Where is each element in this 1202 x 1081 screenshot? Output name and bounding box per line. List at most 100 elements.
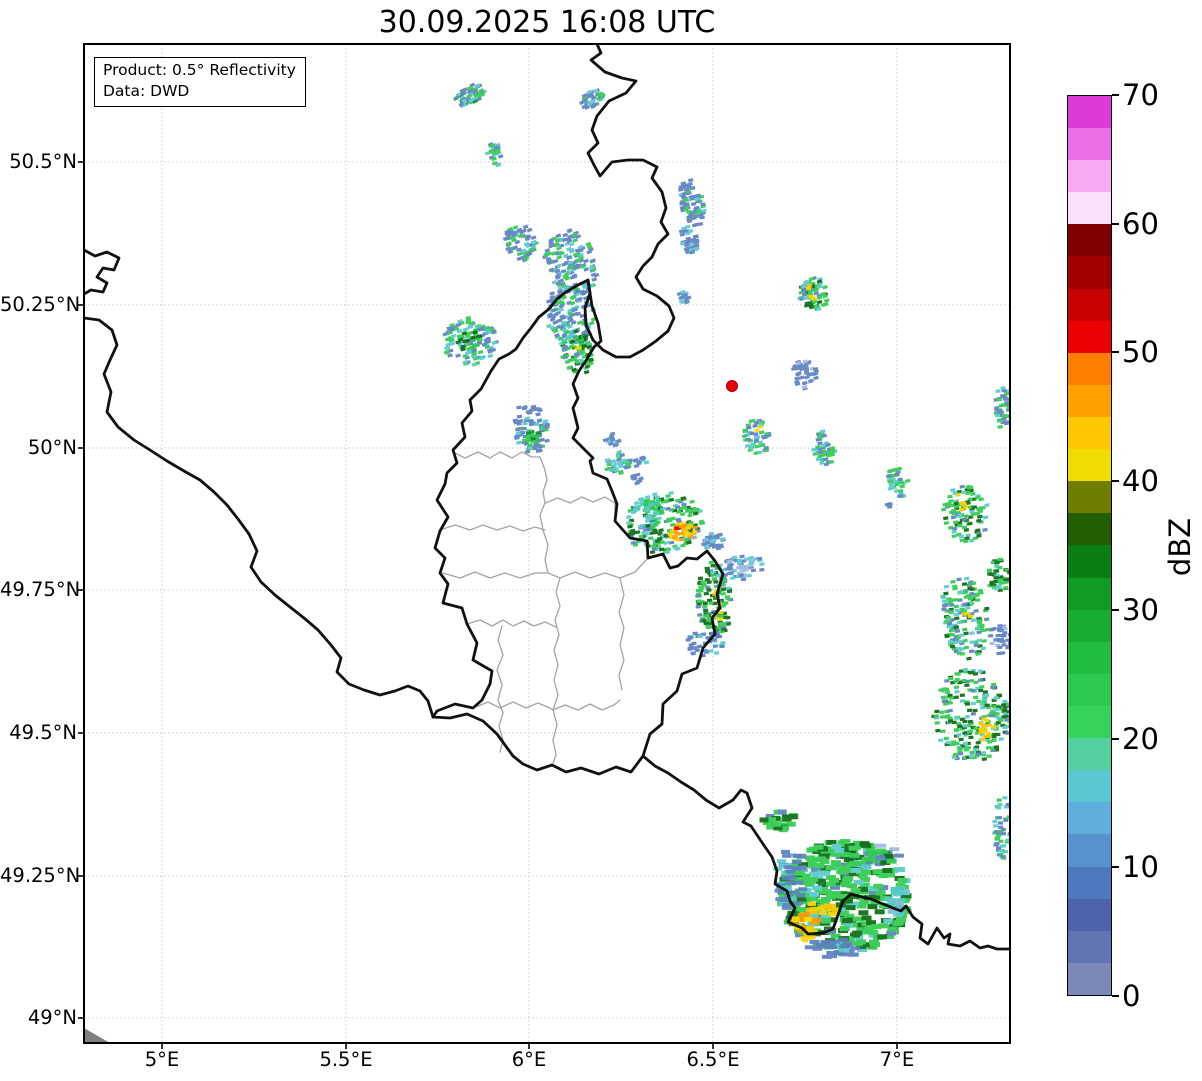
- radar-echo: [791, 359, 819, 390]
- radar-map-canvas: [0, 0, 1202, 1081]
- colorbar-segment: [1068, 224, 1111, 256]
- lat-tick-label: 50.25°N: [0, 292, 77, 318]
- canton-border: [473, 700, 620, 710]
- lat-tick-label: 49.5°N: [0, 720, 77, 746]
- colorbar-segment: [1068, 513, 1111, 545]
- radar-echo: [485, 142, 504, 167]
- colorbar-segment: [1068, 96, 1111, 128]
- radar-echo: [603, 432, 622, 448]
- colorbar-segment: [1068, 867, 1111, 899]
- colorbar-segment: [1068, 417, 1111, 449]
- map-content: [84, 44, 1013, 1043]
- radar-echo: [633, 455, 650, 468]
- canton-border: [540, 457, 548, 573]
- colorbar-segment: [1068, 385, 1111, 417]
- colorbar-tick-mark: [1112, 738, 1119, 740]
- colorbar-tick-label: 20: [1122, 720, 1159, 758]
- radar-echo: [605, 450, 634, 475]
- canton-border: [467, 620, 556, 627]
- colorbar-tick-mark: [1112, 609, 1119, 611]
- colorbar-tick-label: 30: [1122, 591, 1159, 629]
- colorbar-tick-mark: [1112, 480, 1119, 482]
- radar-echo: [626, 491, 705, 554]
- radar-echo: [931, 668, 1012, 761]
- lat-tick-label: 49.75°N: [0, 577, 77, 603]
- colorbar: [1067, 95, 1112, 996]
- colorbar-tick-label: 50: [1122, 333, 1159, 371]
- colorbar-segment: [1068, 578, 1111, 610]
- colorbar-segment: [1068, 353, 1111, 385]
- colorbar-segment: [1068, 642, 1111, 674]
- lat-tick-label: 50°N: [0, 435, 77, 461]
- radar-echo: [940, 577, 991, 661]
- colorbar-segment: [1068, 545, 1111, 577]
- radar-echo: [677, 290, 692, 305]
- radar-echo: [453, 83, 487, 108]
- lon-tick-label: 6°E: [469, 1048, 589, 1071]
- colorbar-segment: [1068, 834, 1111, 866]
- colorbar-segment: [1068, 899, 1111, 931]
- product-label: Product: 0.5° Reflectivity: [103, 60, 296, 81]
- lon-tick-label: 7°E: [837, 1048, 957, 1071]
- colorbar-segment: [1068, 963, 1111, 995]
- colorbar-segment: [1068, 770, 1111, 802]
- national-border: [84, 318, 433, 717]
- colorbar-segment: [1068, 802, 1111, 834]
- lat-tick-label: 50.5°N: [0, 149, 77, 175]
- colorbar-segment: [1068, 128, 1111, 160]
- colorbar-segment: [1068, 256, 1111, 288]
- radar-echo: [797, 276, 829, 311]
- radar-echo: [941, 485, 990, 544]
- canton-border: [553, 578, 560, 763]
- radar-echo: [678, 178, 707, 227]
- radar-echo: [442, 316, 499, 367]
- radar-map-window: 30.09.2025 16:08 UTC Product: 0.5° Refle…: [0, 0, 1202, 1081]
- radar-echo: [512, 405, 550, 454]
- colorbar-segment: [1068, 449, 1111, 481]
- lat-tick-label: 49.25°N: [0, 863, 77, 889]
- radar-echo: [885, 502, 893, 508]
- canton-border: [545, 497, 615, 520]
- lon-tick-label: 6.5°E: [653, 1048, 773, 1071]
- radar-echo: [987, 558, 1013, 592]
- colorbar-tick-label: 0: [1122, 977, 1140, 1015]
- lon-tick-label: 5°E: [102, 1048, 222, 1071]
- national-border: [84, 250, 119, 294]
- lon-tick-label: 5.5°E: [286, 1048, 406, 1071]
- radar-echo: [742, 419, 772, 456]
- colorbar-segment: [1068, 738, 1111, 770]
- radar-echo: [542, 228, 599, 295]
- colorbar-segment: [1068, 674, 1111, 706]
- colorbar-tick-label: 60: [1122, 205, 1159, 243]
- colorbar-tick-mark: [1112, 94, 1119, 96]
- colorbar-segment: [1068, 160, 1111, 192]
- colorbar-unit-label: dBZ: [1162, 485, 1198, 609]
- colorbar-tick-mark: [1112, 995, 1119, 997]
- colorbar-segment: [1068, 289, 1111, 321]
- product-info-box: Product: 0.5° Reflectivity Data: DWD: [94, 57, 306, 107]
- location-marker-dot: [727, 381, 738, 392]
- radar-echo: [886, 467, 911, 498]
- radar-echo: [575, 346, 582, 349]
- colorbar-tick-label: 40: [1122, 462, 1159, 500]
- colorbar-tick-mark: [1112, 351, 1119, 353]
- colorbar-segment: [1068, 481, 1111, 513]
- colorbar-segment: [1068, 321, 1111, 353]
- colorbar-tick-mark: [1112, 223, 1119, 225]
- radar-echo: [679, 225, 700, 255]
- radar-echo: [811, 429, 838, 466]
- colorbar-tick-label: 70: [1122, 76, 1159, 114]
- corner-land-patch: [84, 1028, 110, 1043]
- colorbar-segment: [1068, 192, 1111, 224]
- canton-border: [619, 578, 624, 690]
- colorbar-tick-label: 10: [1122, 848, 1159, 886]
- data-source-label: Data: DWD: [103, 81, 296, 102]
- radar-echo: [579, 88, 606, 110]
- radar-echo: [503, 225, 539, 263]
- colorbar-segment: [1068, 706, 1111, 738]
- colorbar-tick-mark: [1112, 866, 1119, 868]
- colorbar-segment: [1068, 610, 1111, 642]
- radar-echo: [760, 809, 799, 832]
- colorbar-segment: [1068, 931, 1111, 963]
- radar-echo: [630, 473, 644, 486]
